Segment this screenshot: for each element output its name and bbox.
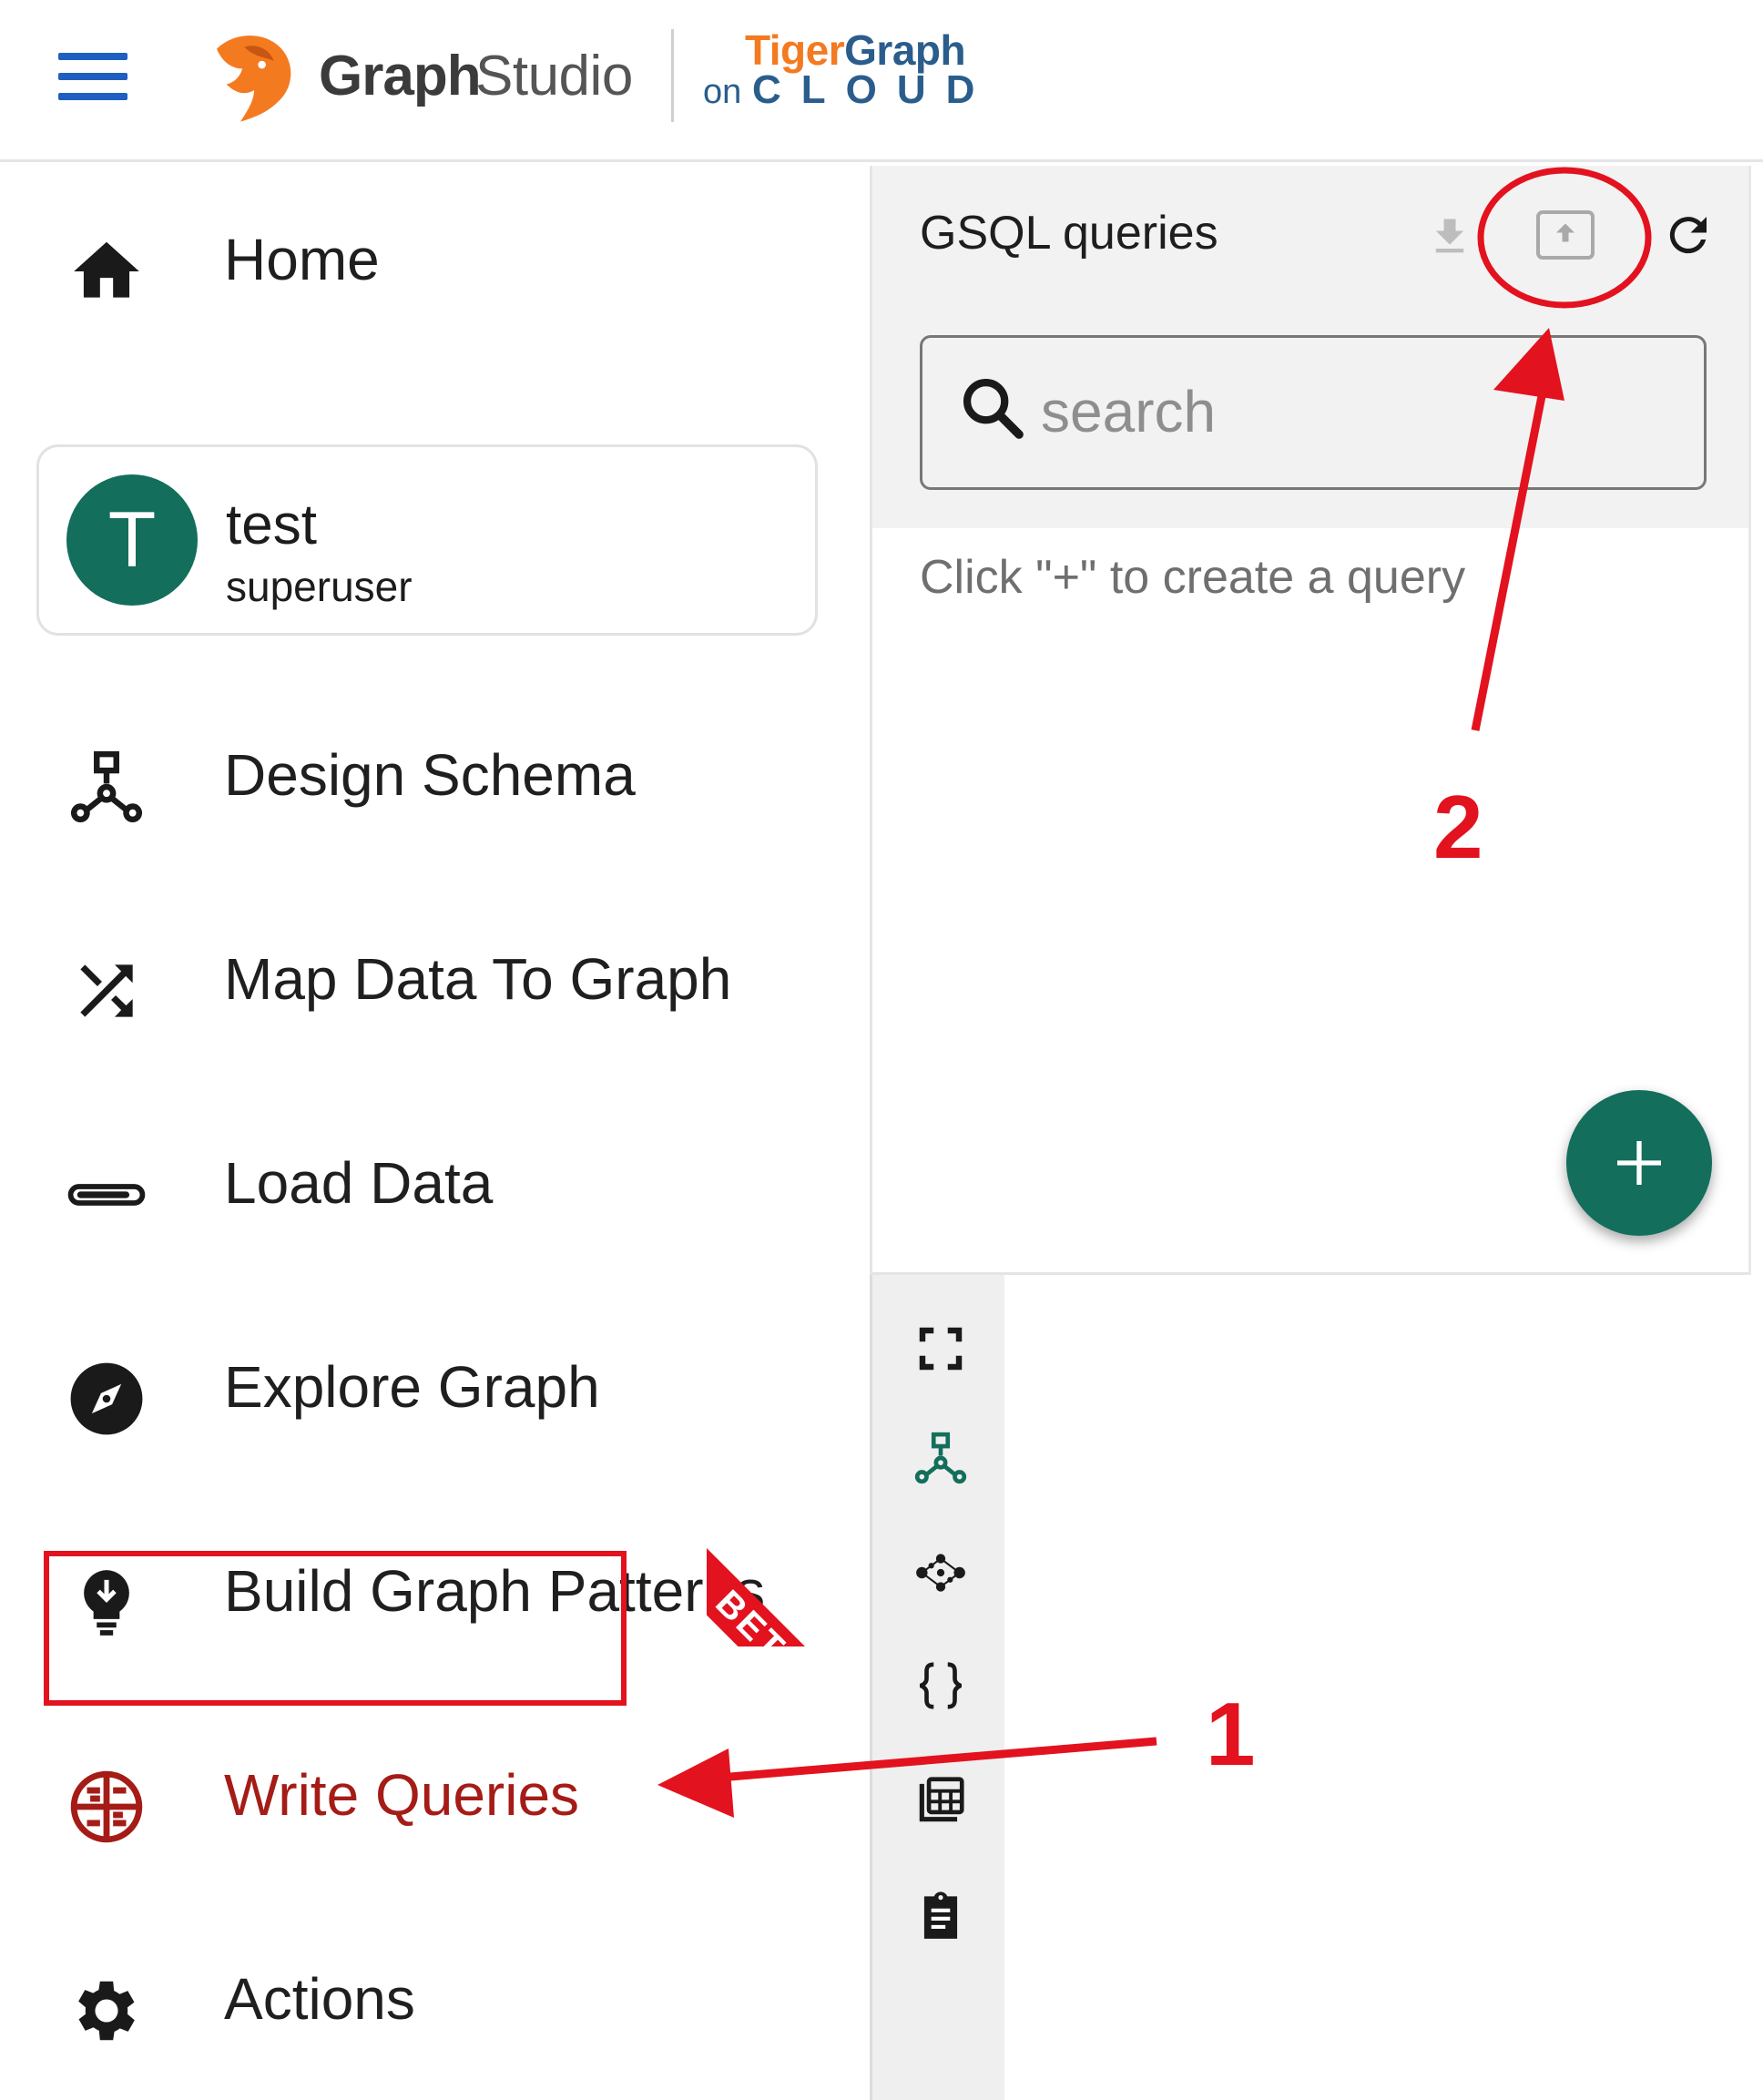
- compass-icon: [70, 1362, 143, 1435]
- sidebar-item-label: Actions: [224, 1966, 415, 2032]
- search-input[interactable]: [1039, 365, 1662, 458]
- panel-title: GSQL queries: [920, 207, 1218, 260]
- table-icon[interactable]: [912, 1772, 969, 1829]
- sidebar-item-label: Explore Graph: [224, 1354, 600, 1420]
- schema-icon[interactable]: [912, 1430, 969, 1486]
- sidebar-item-label: Map Data To Graph: [224, 946, 732, 1012]
- app-header: Graph Studio TigerGraph on CLOUD: [0, 0, 1763, 162]
- empty-state-message: Click "+" to create a query: [920, 551, 1466, 604]
- load-bar-icon: [67, 1184, 146, 1206]
- sidebar-item-design-schema[interactable]: Design Schema: [0, 707, 863, 843]
- home-icon: [74, 241, 139, 298]
- brand-studio-text: Studio: [475, 45, 633, 107]
- clipboard-icon[interactable]: [912, 1887, 969, 1943]
- search-field: [920, 335, 1707, 490]
- sidebar-item-label: Write Queries: [224, 1762, 580, 1828]
- download-icon[interactable]: [1426, 209, 1473, 264]
- sidebar-item-home[interactable]: Home: [0, 191, 863, 328]
- gear-icon: [78, 1981, 135, 2041]
- create-query-button[interactable]: [1566, 1090, 1712, 1236]
- sidebar-item-label: Design Schema: [224, 742, 636, 808]
- beta-badge-label: BETA: [707, 1541, 852, 1646]
- fullscreen-icon[interactable]: [912, 1320, 969, 1377]
- step-number-2: 2: [1433, 777, 1483, 877]
- braces-icon[interactable]: [912, 1657, 969, 1714]
- gsql-icon: [70, 1770, 143, 1843]
- shuffle-icon: [80, 964, 133, 1017]
- beta-badge: BETA: [707, 1501, 852, 1646]
- user-role: superuser: [226, 563, 413, 610]
- user-card[interactable]: T test superuser: [36, 444, 818, 636]
- sidebar-item-actions[interactable]: Actions: [0, 1931, 863, 2067]
- sidebar-item-write-queries[interactable]: Write Queries: [0, 1727, 863, 1863]
- tiger-logo-icon: [216, 36, 291, 122]
- refresh-icon[interactable]: [1661, 208, 1716, 262]
- cloud-text: CLOUD: [752, 67, 995, 112]
- panel-scrollbar[interactable]: [1748, 166, 1751, 1275]
- plus-icon: [1617, 1141, 1661, 1185]
- search-icon: [963, 378, 1024, 439]
- hamburger-menu-icon[interactable]: [58, 53, 127, 100]
- highlight-box-write-queries: [44, 1551, 627, 1706]
- step-number-1: 1: [1206, 1684, 1256, 1784]
- user-name: test: [226, 494, 317, 556]
- brand-divider: [671, 29, 674, 122]
- sidebar-item-map-data[interactable]: Map Data To Graph: [0, 911, 863, 1047]
- graph-nodes-icon[interactable]: [912, 1544, 969, 1601]
- brand-graph-text: Graph: [319, 45, 482, 107]
- panel-header: GSQL queries: [872, 166, 1748, 528]
- sidebar: Home T test superuser Design Schema Map …: [0, 162, 863, 2100]
- sidebar-item-label: Home: [224, 227, 380, 292]
- sidebar-item-label: Load Data: [224, 1150, 494, 1216]
- gsql-queries-panel: GSQL queries Click "+" to create a query: [870, 166, 1751, 1275]
- schema-icon: [70, 750, 143, 823]
- sidebar-item-explore-graph[interactable]: Explore Graph: [0, 1319, 863, 1455]
- on-text: on: [703, 73, 742, 111]
- avatar: T: [66, 474, 198, 606]
- upload-icon[interactable]: [1534, 208, 1597, 262]
- sidebar-item-load-data[interactable]: Load Data: [0, 1115, 863, 1251]
- vertical-toolbar: [870, 1275, 1004, 2100]
